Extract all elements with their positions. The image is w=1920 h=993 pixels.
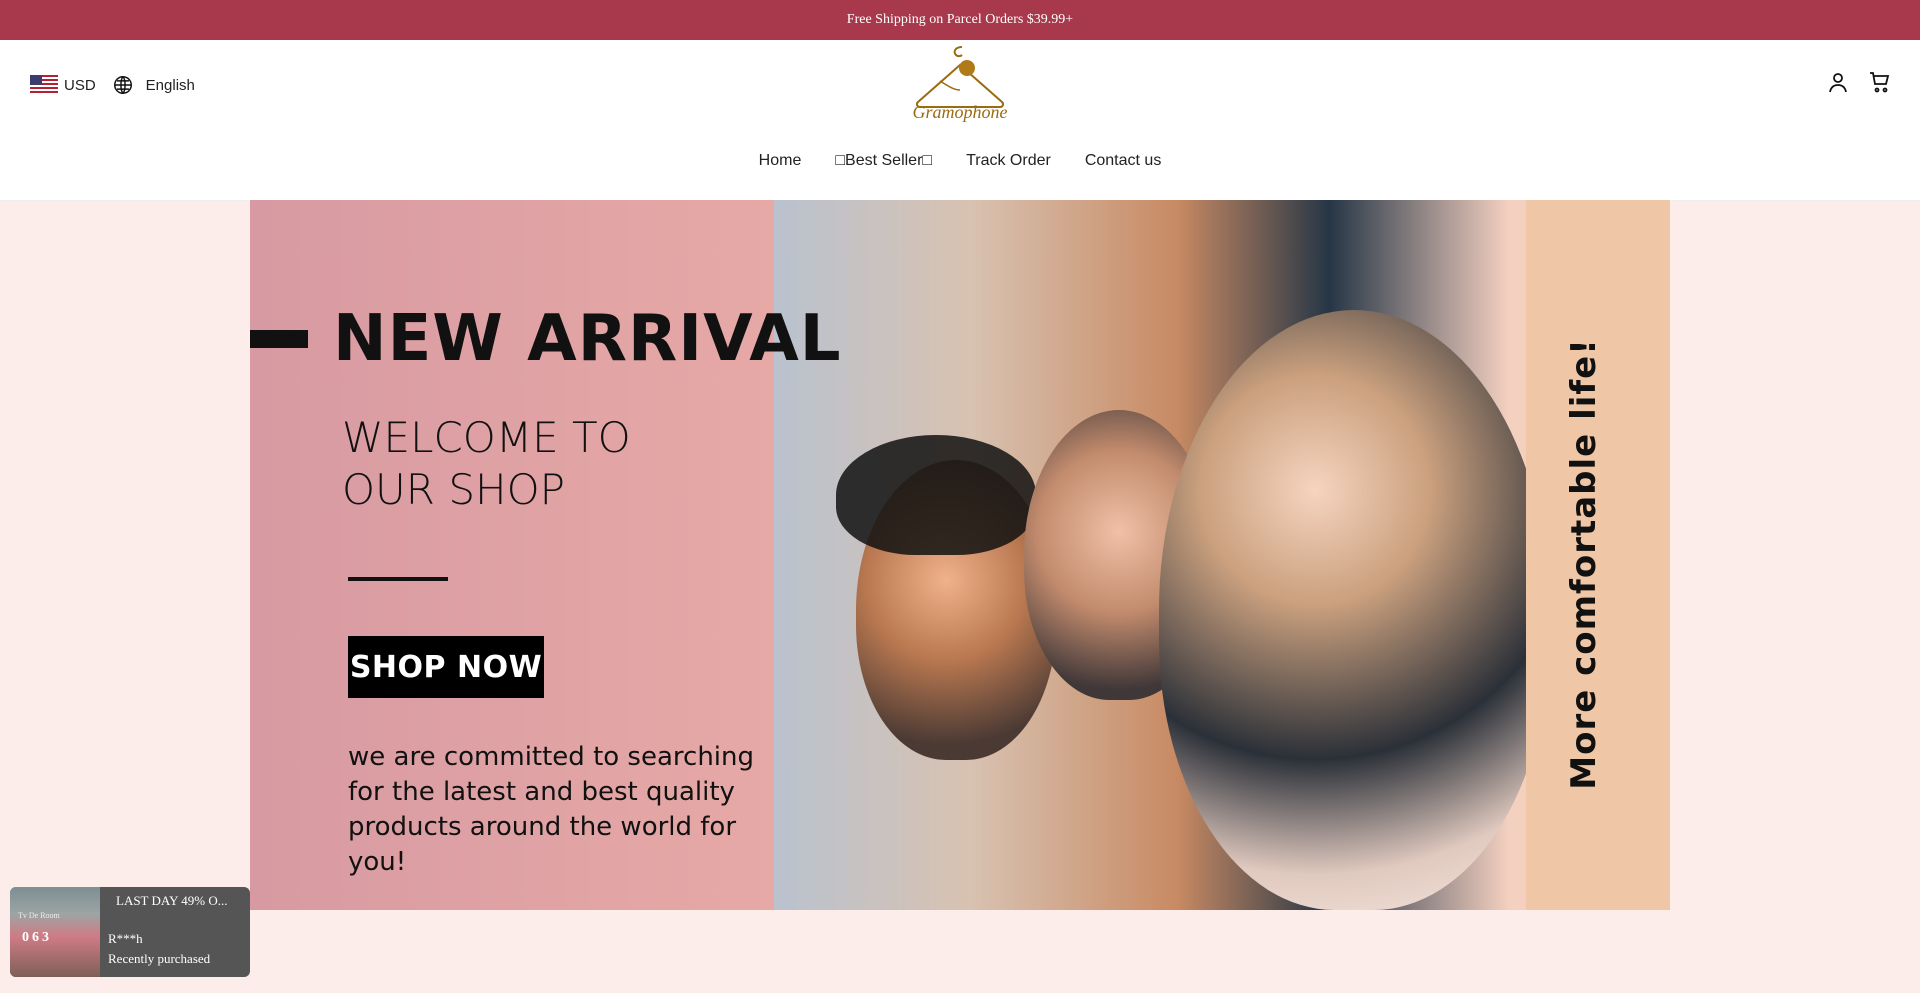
black-hat-shape [836,435,1036,555]
best-seller-left-glyph: □ [835,152,846,169]
announcement-bar: Free Shipping on Parcel Orders $39.99+ [0,0,1920,40]
welcome-line-1: WELCOME TO [342,413,631,462]
welcome-text: WELCOME TO OUR SHOP [342,412,722,516]
purchase-product-image: Tv De Room 063 [10,887,100,977]
best-seller-label: Best Seller [845,152,923,169]
nav-home-link[interactable]: Home [759,152,802,170]
new-arrival-heading: NEW ARRIVAL [250,302,842,376]
side-tagline: More comfortable life! [1564,338,1604,790]
woman-scarf-image [1159,310,1549,910]
currency-label[interactable]: USD [64,77,96,94]
new-arrival-text: NEW ARRIVAL [333,302,842,376]
logo-text: Gramophone [913,102,1008,122]
welcome-line-2: OUR SHOP [342,465,565,514]
recent-purchase-popup[interactable]: Tv De Room 063 LAST DAY 49% O... R***h R… [10,887,250,977]
main-navigation: Home □Best Seller□ Track Order Contact u… [0,152,1920,170]
nav-contact-link[interactable]: Contact us [1085,152,1161,170]
heading-dash [250,330,308,348]
cart-icon[interactable] [1868,70,1892,94]
hero-banner[interactable]: NEW ARRIVAL WELCOME TO OUR SHOP SHOP NOW… [250,200,1670,910]
divider-line [348,577,448,581]
account-icon[interactable] [1826,70,1850,94]
popup-customer: R***h [108,931,143,946]
language-label[interactable]: English [146,77,195,94]
popup-status: Recently purchased [108,951,211,966]
shop-description: we are committed to searching for the la… [348,742,755,877]
thumbnail-label: Tv De Room [18,911,60,920]
nav-best-seller-link[interactable]: □Best Seller□ [835,152,932,170]
site-header: USD English Gramophone Home □Best Seller… [0,40,1920,201]
globe-icon [113,76,132,94]
nav-track-order-link[interactable]: Track Order [966,152,1051,170]
shop-now-button[interactable]: SHOP NOW [348,636,544,698]
thumbnail-numbers: 063 [22,930,52,945]
us-flag-icon [30,75,58,95]
brand-logo[interactable]: Gramophone [890,44,1030,124]
locale-selector[interactable]: USD English [30,74,195,96]
best-seller-right-glyph: □ [922,152,933,169]
announcement-text: Free Shipping on Parcel Orders $39.99+ [846,12,1074,27]
popup-product-title: LAST DAY 49% O... [116,893,228,908]
